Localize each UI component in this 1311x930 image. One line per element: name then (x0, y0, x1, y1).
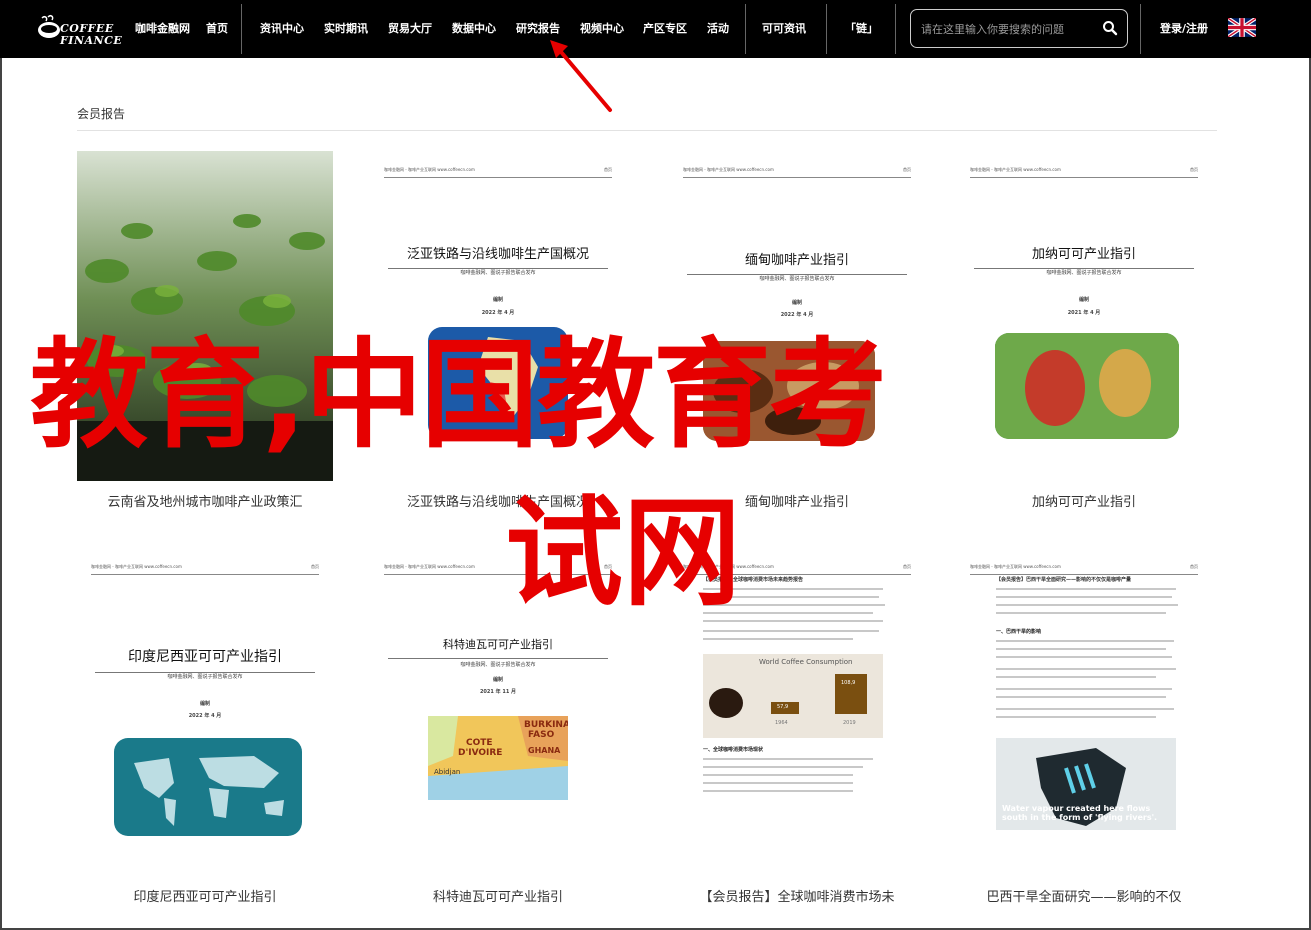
report-caption[interactable]: 缅甸咖啡产业指引 (669, 491, 925, 510)
document-subtitle: 咖啡金融网、图说子报告联合发布 (460, 662, 536, 668)
top-navigation-bar: COFFEE FINANCE 咖啡金融网 首页 资讯中心 实时期讯 贸易大厅 数… (0, 0, 1311, 58)
nav-events[interactable]: 活动 (707, 20, 729, 36)
document-date: 2021 年 4 月 (1067, 310, 1101, 316)
cocoa-image (995, 333, 1179, 439)
document-title: 【会员报告】全球咖啡消费市场未来趋势报告 (703, 577, 804, 583)
report-thumbnail[interactable]: 咖啡金融网 - 咖啡产业互联网 www.coffeecn.com 首页 【会员报告… (669, 548, 925, 878)
map-label: BURKINA (524, 720, 568, 730)
document-org: 编制 (1078, 297, 1089, 303)
document-section-head: 一、全球咖啡消费市场现状 (703, 747, 764, 753)
report-thumbnail[interactable] (77, 151, 333, 481)
nav-trade-hall[interactable]: 贸易大厅 (388, 20, 432, 36)
map-label: D'IVOIRE (458, 748, 503, 758)
section-divider (77, 130, 1217, 131)
map-label: FASO (528, 730, 555, 740)
nav-divider (895, 4, 896, 54)
nav-data-center[interactable]: 数据中心 (452, 20, 496, 36)
nav-divider (241, 4, 242, 54)
nav-coffee-finance[interactable]: 咖啡金融网 (135, 20, 190, 36)
map-label: COTE (466, 738, 493, 748)
nav-cocoa-news[interactable]: 可可资讯 (762, 20, 806, 36)
coffee-cup-icon (38, 15, 60, 38)
chart-title: World Coffee Consumption (759, 658, 853, 666)
logo-text-finance: FINANCE (60, 34, 123, 47)
document-header: 咖啡金融网 - 咖啡产业互联网 www.coffeecn.com 首页 (384, 564, 612, 575)
document-header: 咖啡金融网 - 咖啡产业互联网 www.coffeecn.com 首页 (384, 167, 612, 178)
asia-map-image (428, 327, 568, 439)
world-map-image (114, 738, 302, 836)
chart-year: 2019 (843, 720, 856, 726)
document-title: 科特迪瓦可可产业指引 (388, 636, 608, 659)
report-caption[interactable]: 科特迪瓦可可产业指引 (370, 886, 626, 905)
report-caption[interactable]: 泛亚铁路与沿线咖啡生产国概况 (370, 491, 626, 510)
document-title: 泛亚铁路与沿线咖啡生产国概况 (388, 243, 608, 269)
report-caption[interactable]: 云南省及地州城市咖啡产业政策汇 (77, 491, 333, 510)
nav-news-center[interactable]: 资讯中心 (260, 20, 304, 36)
section-title: 会员报告 (77, 107, 126, 121)
document-date: 2022 年 4 月 (481, 310, 515, 316)
nav-home[interactable]: 首页 (206, 20, 228, 36)
coffee-consumption-chart: World Coffee Consumption 57,9 108,9 1964… (703, 654, 883, 738)
document-subtitle: 咖啡金融网、图说子报告联合发布 (167, 674, 243, 680)
nav-origin-zone[interactable]: 产区专区 (643, 20, 687, 36)
document-date: 2022 年 4 月 (780, 312, 814, 318)
document-title: 缅甸咖啡产业指引 (687, 249, 907, 275)
login-register-link[interactable]: 登录/注册 (1160, 20, 1208, 36)
document-subtitle: 咖啡金融网、图说子报告联合发布 (460, 270, 536, 276)
chart-year: 1964 (775, 720, 788, 726)
nav-video-center[interactable]: 视频中心 (580, 20, 624, 36)
document-title: 加纳可可产业指引 (974, 243, 1194, 269)
report-caption[interactable]: 【会员报告】全球咖啡消费市场未 (669, 886, 925, 905)
document-header: 咖啡金融网 - 咖啡产业互联网 www.coffeecn.com 首页 (683, 564, 911, 575)
map-label: GHANA (528, 746, 561, 755)
document-org: 编制 (791, 300, 802, 306)
document-date: 2021 年 11 月 (479, 689, 517, 695)
nav-divider (745, 4, 746, 54)
report-caption[interactable]: 加纳可可产业指引 (956, 491, 1212, 510)
search-icon[interactable] (1102, 20, 1118, 36)
red-arrow-annotation (550, 40, 612, 112)
coffee-cup-image (709, 688, 743, 718)
chart-value: 57,9 (777, 704, 789, 710)
document-org: 编制 (199, 701, 210, 707)
document-subtitle: 咖啡金融网、图说子报告联合发布 (1046, 270, 1122, 276)
document-org: 编制 (492, 297, 503, 303)
document-header: 咖啡金融网 - 咖啡产业互联网 www.coffeecn.com 首页 (970, 167, 1198, 178)
coffee-beans-image (703, 341, 875, 441)
document-header: 咖啡金融网 - 咖啡产业互联网 www.coffeecn.com 首页 (683, 167, 911, 178)
photo-caption: Water vapour created here flows south in… (1002, 804, 1158, 822)
nav-realtime[interactable]: 实时期讯 (324, 20, 368, 36)
coffee-finance-logo[interactable]: COFFEE FINANCE (36, 8, 122, 50)
chart-value: 108,9 (841, 680, 856, 686)
document-org: 编制 (492, 677, 503, 683)
report-caption[interactable]: 巴西干旱全面研究——影响的不仅 (956, 886, 1212, 905)
nav-chain[interactable]: 「链」 (845, 20, 878, 36)
uk-flag-icon[interactable] (1228, 18, 1256, 37)
document-header: 咖啡金融网 - 咖啡产业互联网 www.coffeecn.com 首页 (970, 564, 1198, 575)
search-input[interactable] (921, 20, 1096, 38)
search-box (910, 9, 1128, 48)
rainforest-map-image: Water vapour created here flows south in… (996, 738, 1176, 830)
report-thumbnail[interactable]: 咖啡金融网 - 咖啡产业互联网 www.coffeecn.com 首页 缅甸咖啡产… (669, 151, 925, 481)
seedling-photo (77, 151, 333, 481)
document-header: 咖啡金融网 - 咖啡产业互联网 www.coffeecn.com 首页 (91, 564, 319, 575)
report-thumbnail[interactable]: 咖啡金融网 - 咖啡产业互联网 www.coffeecn.com 首页 科特迪瓦可… (370, 548, 626, 878)
map-label: Abidjan (434, 768, 461, 776)
report-thumbnail[interactable]: 咖啡金融网 - 咖啡产业互联网 www.coffeecn.com 首页 泛亚铁路与… (370, 151, 626, 481)
document-title: 【会员报告】巴西干旱全面研究——影响的不仅仅是咖啡产量 (996, 577, 1132, 583)
report-thumbnail[interactable]: 咖啡金融网 - 咖啡产业互联网 www.coffeecn.com 首页 加纳可可产… (956, 151, 1212, 481)
ivory-coast-map-image: BURKINA FASO COTE D'IVOIRE GHANA Abidjan (428, 716, 568, 800)
nav-divider (826, 4, 827, 54)
nav-divider (1140, 4, 1141, 54)
document-date: 2022 年 4 月 (188, 713, 222, 719)
report-thumbnail[interactable]: 咖啡金融网 - 咖啡产业互联网 www.coffeecn.com 首页 【会员报告… (956, 548, 1212, 878)
nav-research-reports[interactable]: 研究报告 (516, 20, 560, 36)
report-thumbnail[interactable]: 咖啡金融网 - 咖啡产业互联网 www.coffeecn.com 首页 印度尼西亚… (77, 548, 333, 878)
document-section-head: 一、巴西干旱的影响 (996, 629, 1042, 635)
document-subtitle: 咖啡金融网、图说子报告联合发布 (759, 276, 835, 282)
report-caption[interactable]: 印度尼西亚可可产业指引 (77, 886, 333, 905)
document-title: 印度尼西亚可可产业指引 (95, 646, 315, 673)
